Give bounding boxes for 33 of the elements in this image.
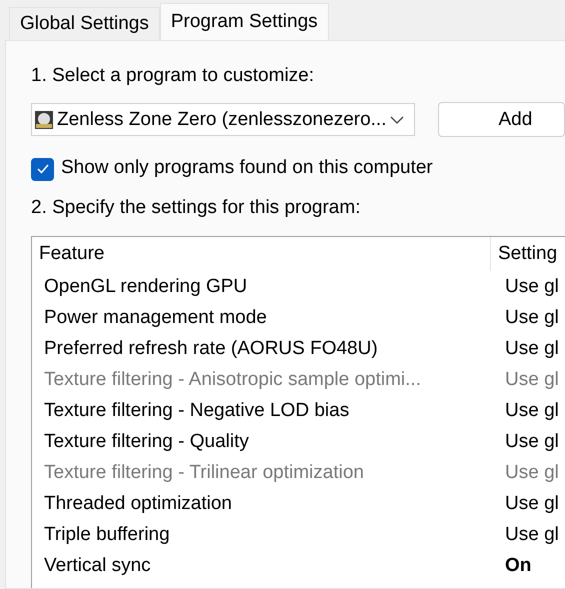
checkbox-label: Show only programs found on this computer — [61, 157, 433, 180]
step-label: 2. Specify the settings for this program: — [31, 197, 362, 220]
setting-cell-text: Use gl — [504, 338, 559, 360]
setting-cell-text: Use gl — [504, 306, 559, 328]
feature-cell-text: Texture filtering - Quality — [43, 430, 250, 452]
feature-cell-text: Texture filtering - Negative LOD bias — [43, 400, 350, 422]
feature-cell-text: Preferred refresh rate (AORUS FO48U) — [43, 338, 379, 360]
feature-cell-text: Texture filtering - Trilinear optimization — [43, 462, 365, 484]
setting-cell-text: Use gl — [504, 430, 559, 452]
feature-cell-text: Power management mode — [43, 306, 268, 328]
feature-cell-text: Vertical sync — [43, 554, 152, 576]
game-icon — [34, 110, 54, 130]
setting-cell-text: Use gl — [504, 492, 559, 514]
column-header[interactable]: Setting — [491, 237, 558, 271]
feature-cell-text: Triple buffering — [43, 524, 171, 546]
setting-cell-text: Use gl — [504, 524, 559, 546]
setting-cell-text: Use gl — [504, 462, 559, 484]
chevron-down-icon — [390, 116, 404, 124]
tab[interactable]: Program Settings — [160, 3, 329, 40]
add-button[interactable]: Add — [438, 102, 565, 137]
checkbox[interactable] — [31, 158, 54, 180]
column-header[interactable]: Feature — [32, 237, 491, 271]
tab[interactable]: Global Settings — [9, 7, 160, 40]
feature-cell-text: Threaded optimization — [43, 492, 233, 514]
feature-cell-text: OpenGL rendering GPU — [43, 276, 248, 298]
setting-cell-text: Use gl — [504, 276, 559, 298]
setting-cell-text: Use gl — [504, 368, 559, 390]
feature-cell-text: Texture filtering - Anisotropic sample optimi... — [43, 368, 422, 390]
setting-cell-text: On — [504, 554, 532, 576]
setting-cell-text: Use gl — [504, 400, 559, 422]
step-label: 1. Select a program to customize: — [31, 65, 316, 88]
program-dropdown[interactable]: Zenless Zone Zero (zenlesszonezero... — [31, 103, 414, 136]
checkmark-icon — [36, 164, 48, 174]
